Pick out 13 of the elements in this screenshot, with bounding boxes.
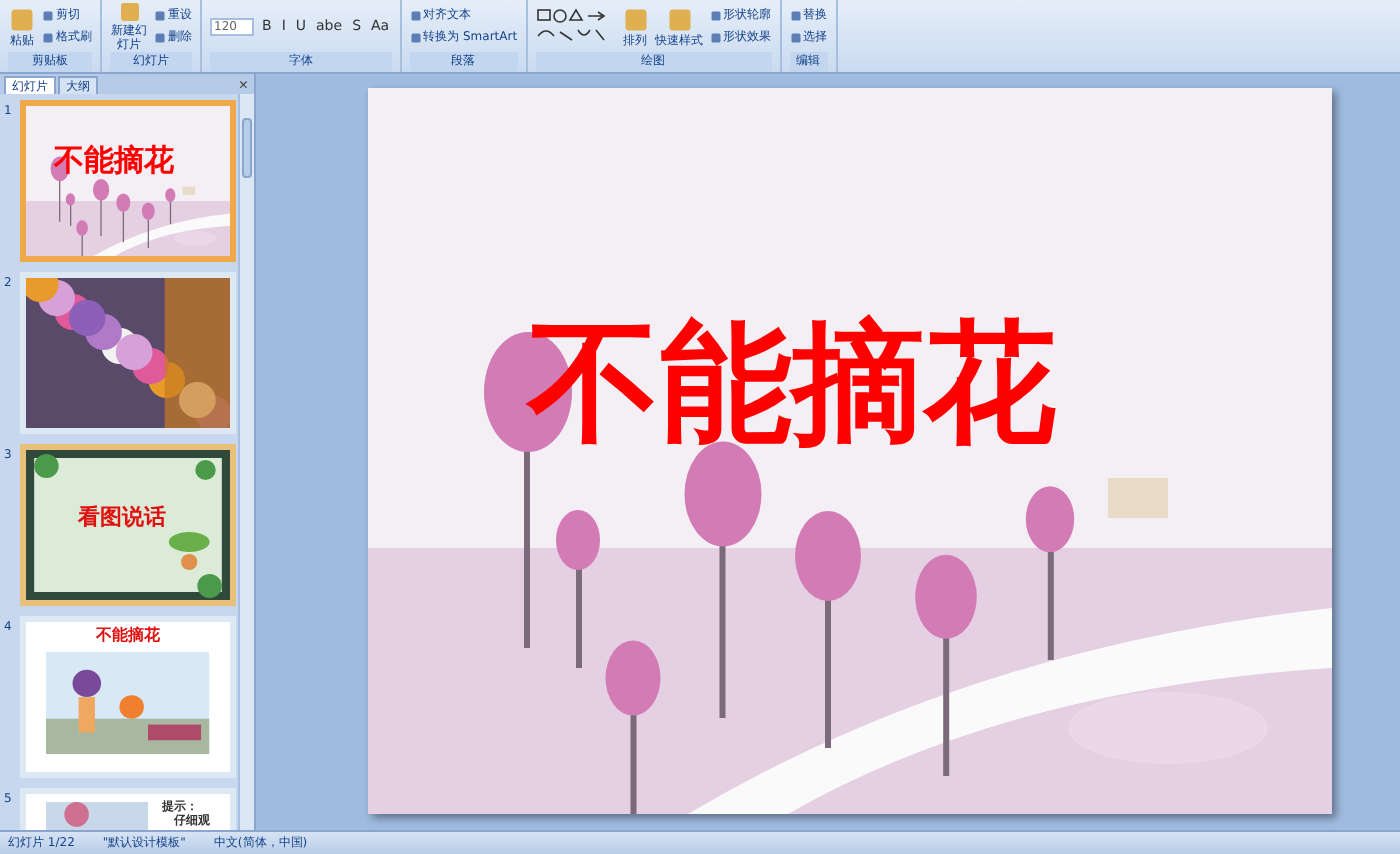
tool-icon: [8, 5, 36, 33]
scrollbar[interactable]: [238, 94, 254, 830]
tool-icon: [117, 0, 141, 24]
slide-thumbnail[interactable]: 不能摘花: [20, 616, 236, 778]
tool-icon: [621, 5, 650, 33]
thumbnail-text: 不能摘花: [54, 142, 174, 181]
close-button[interactable]: ×: [232, 78, 254, 94]
slide-thumbnail[interactable]: 不能摘花: [20, 100, 236, 262]
slide-title: 不能摘花: [528, 312, 1056, 456]
thumbnail-text: 看图说话: [78, 504, 166, 533]
thumbnail-text: 不能摘花: [94, 626, 162, 647]
slide-thumbnail[interactable]: 看图说话: [20, 444, 236, 606]
tool-icon: [665, 5, 694, 33]
